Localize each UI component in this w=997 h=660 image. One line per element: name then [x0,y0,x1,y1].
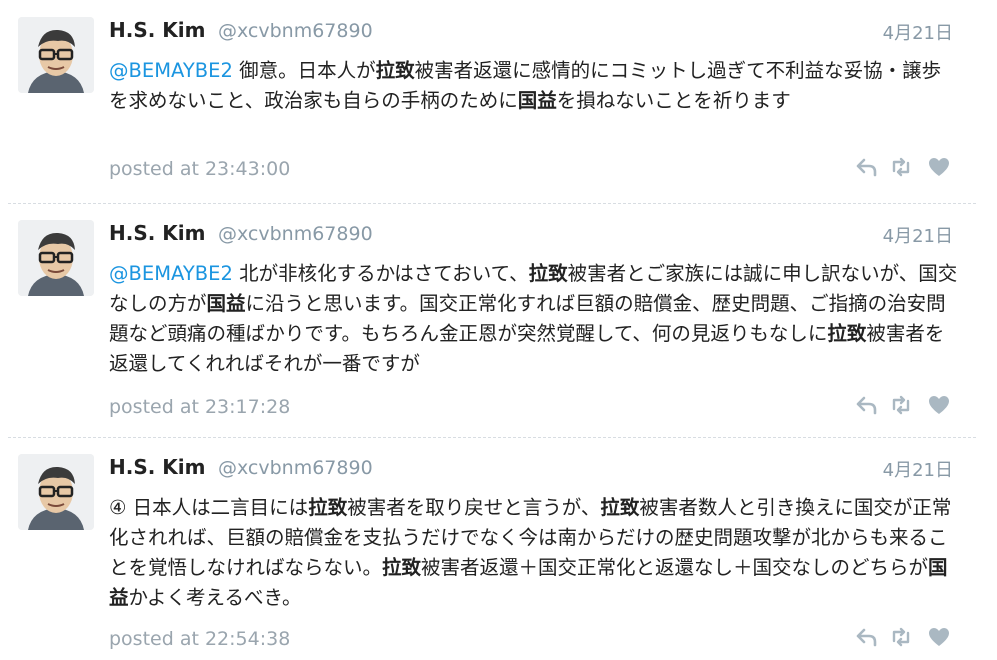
highlighted-keyword: 国益 [206,292,246,315]
avatar[interactable] [18,17,94,93]
tweet-text-segment: 被害者を取り戻せと言うが、 [347,496,601,519]
user-name[interactable]: H.S. Kim [109,455,206,479]
avatar[interactable] [18,220,94,296]
tweet-divider [8,437,976,438]
tweet-text-segment: 御意。日本人が [232,59,376,82]
tweet-actions [855,393,955,417]
tweet-text: @BEMAYBE2 北が非核化するかはさておいて、拉致被害者とご家族には誠に申し… [109,259,959,379]
retweet-icon[interactable] [889,393,913,417]
highlighted-keyword: 拉致 [375,59,415,82]
highlighted-keyword: 拉致 [600,496,640,519]
highlighted-keyword: 拉致 [528,262,568,285]
tweet-date[interactable]: 4月21日 [883,19,953,45]
tweet-text-segment: を損ねないことを祈ります [556,89,791,112]
tweet-text-segment: かよく考えるべき。 [128,586,302,609]
tweet-text-segment: 北が非核化するかはさておいて、 [232,262,529,285]
heart-icon[interactable] [927,393,951,417]
user-handle[interactable]: @xcvbnm67890 [218,223,373,245]
retweet-icon[interactable] [889,625,913,649]
tweet-date[interactable]: 4月21日 [883,456,953,482]
posted-time: posted at 23:43:00 [109,158,291,180]
highlighted-keyword: 拉致 [308,496,348,519]
tweet-actions [855,155,955,179]
retweet-icon[interactable] [889,155,913,179]
posted-time: posted at 23:17:28 [109,396,291,418]
user-name[interactable]: H.S. Kim [109,221,206,245]
heart-icon[interactable] [927,155,951,179]
tweet-text: ④ 日本人は二言目には拉致被害者を取り戻せと言うが、拉致被害者数人と引き換えに国… [109,493,959,613]
tweet-text: @BEMAYBE2 御意。日本人が拉致被害者返還に感情的にコミットし過ぎて不利益… [109,56,959,116]
user-handle[interactable]: @xcvbnm67890 [218,457,373,479]
tweet-text-segment: ④ 日本人は二言目には [109,496,309,519]
reply-icon[interactable] [855,625,879,649]
avatar[interactable] [18,454,94,530]
reply-icon[interactable] [855,393,879,417]
avatar-image [18,17,94,93]
tweet-actions [855,625,955,649]
tweet-date[interactable]: 4月21日 [883,222,953,248]
mention-link[interactable]: @BEMAYBE2 [109,262,233,285]
heart-icon[interactable] [927,625,951,649]
mention-link[interactable]: @BEMAYBE2 [109,59,233,82]
user-handle[interactable]: @xcvbnm67890 [218,20,373,42]
avatar-image [18,454,94,530]
tweet-text-segment: 被害者返還＋国交正常化と返還なし＋国交なしのどちらが [421,556,929,579]
highlighted-keyword: 拉致 [382,556,422,579]
reply-icon[interactable] [855,155,879,179]
avatar-image [18,220,94,296]
posted-time: posted at 22:54:38 [109,628,291,650]
highlighted-keyword: 拉致 [827,322,867,345]
highlighted-keyword: 国益 [517,89,557,112]
user-name[interactable]: H.S. Kim [109,18,206,42]
tweet-divider [8,203,976,204]
